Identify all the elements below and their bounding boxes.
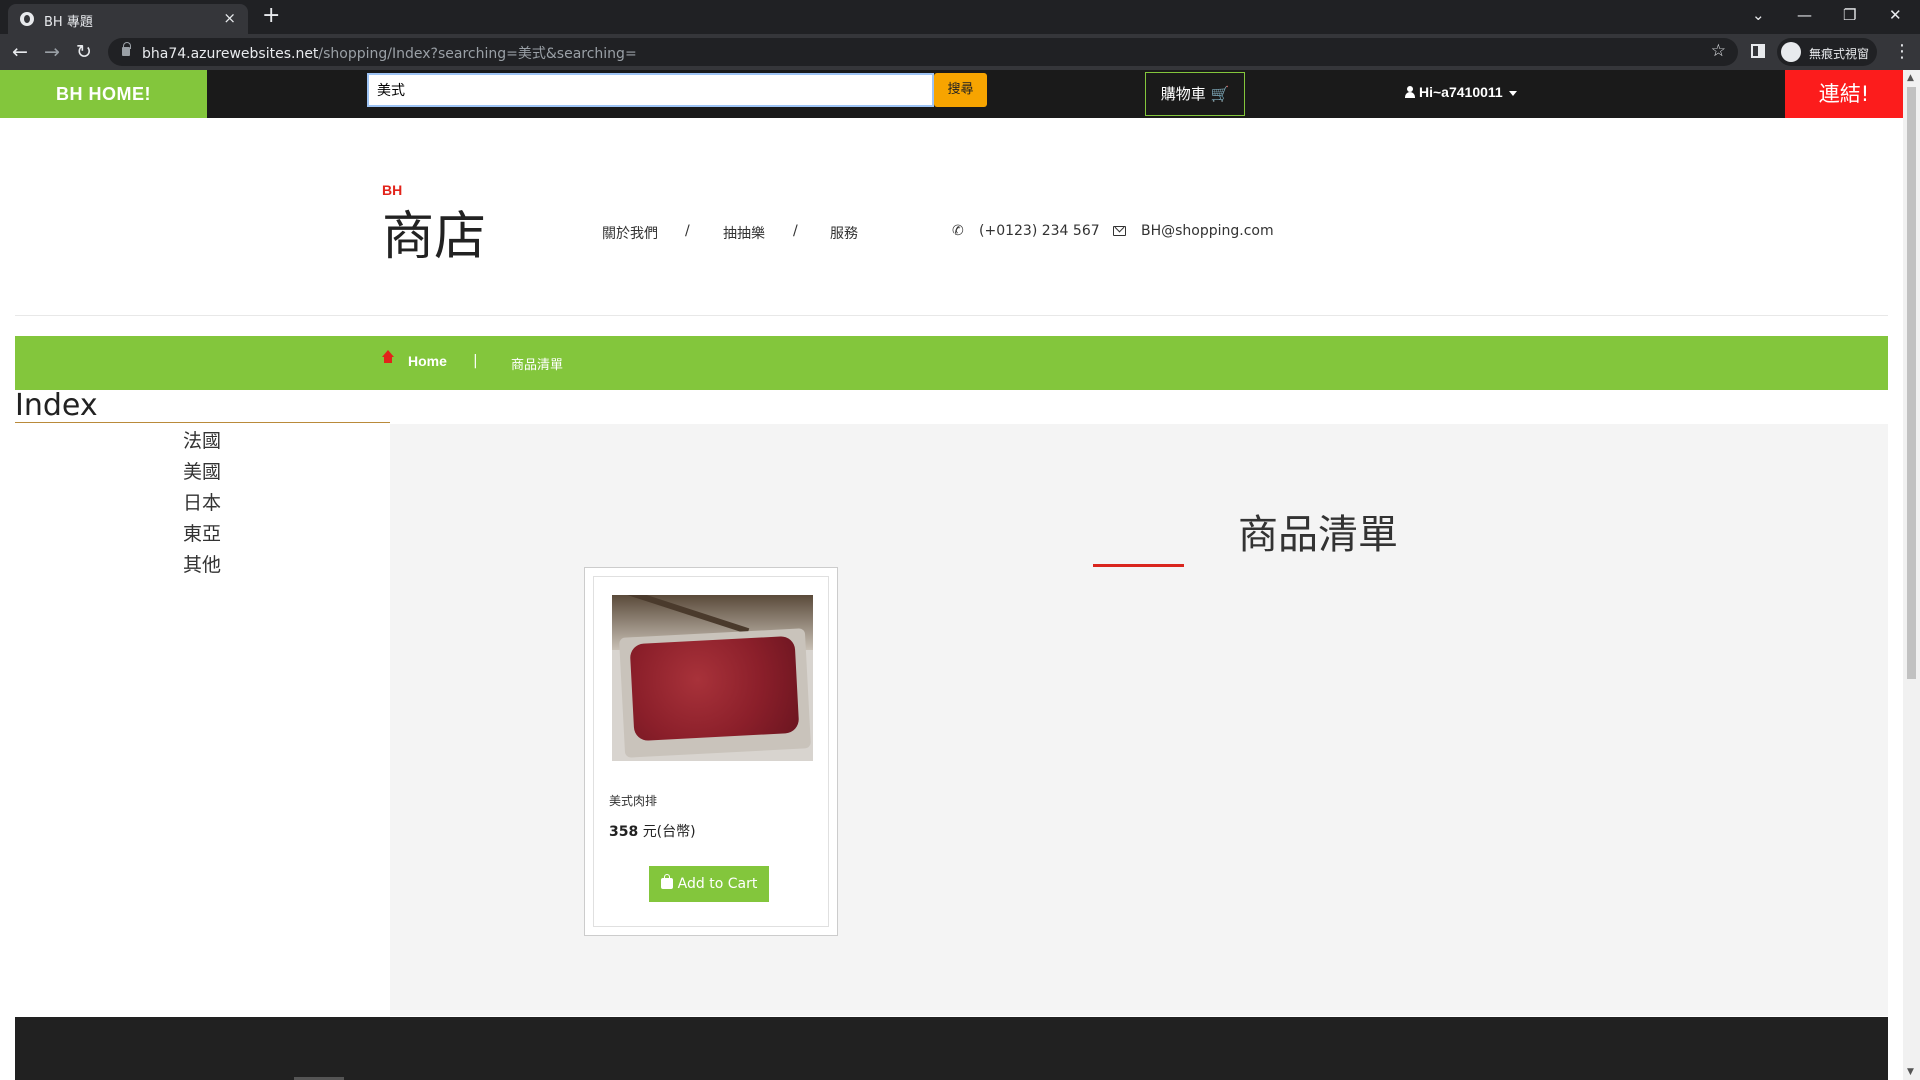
category-item-east-asia[interactable]: 東亞 [183, 519, 221, 550]
bookmark-star-icon[interactable]: ☆ [1711, 41, 1726, 61]
add-to-cart-button[interactable]: Add to Cart [649, 866, 769, 902]
product-card: 美式肉排 358 元(台幣) Add to Cart [584, 567, 838, 936]
user-menu[interactable]: Hi~a7410011 [1405, 84, 1517, 100]
tab-search-icon[interactable]: ⌄ [1752, 6, 1765, 24]
product-list-panel: 商品清單 美式肉排 358 元(台幣) Add to Cart [390, 424, 1888, 1016]
product-card-inner: 美式肉排 358 元(台幣) Add to Cart [593, 576, 829, 927]
url-text: bha74.azurewebsites.net/shopping/Index?s… [142, 46, 637, 62]
link-button[interactable]: 連結! [1785, 70, 1903, 118]
new-tab-icon[interactable]: + [262, 3, 280, 28]
scroll-up-icon[interactable]: ▲ [1907, 73, 1914, 83]
browser-toolbar: ← → ↻ bha74.azurewebsites.net/shopping/I… [0, 34, 1920, 70]
restore-icon[interactable]: ❐ [1843, 6, 1856, 24]
reload-icon[interactable]: ↻ [76, 41, 92, 63]
user-label: Hi~a7410011 [1419, 84, 1503, 100]
close-window-icon[interactable]: ✕ [1889, 6, 1902, 24]
header-divider [15, 315, 1888, 316]
nav-separator: / [685, 223, 690, 239]
home-button[interactable]: BH HOME! [0, 70, 207, 118]
breadcrumb-separator: | [473, 353, 478, 369]
breadcrumb: Home | 商品清單 [15, 336, 1888, 390]
forward-icon[interactable]: → [44, 41, 60, 63]
nav-separator: / [793, 223, 798, 239]
sidebar-divider [15, 422, 390, 423]
category-item-france[interactable]: 法國 [183, 426, 221, 457]
tab-close-icon[interactable]: × [223, 9, 236, 27]
incognito-label: 無痕式視窗 [1809, 47, 1870, 61]
incognito-badge[interactable]: 無痕式視窗 [1777, 38, 1877, 66]
globe-icon [20, 12, 34, 26]
scrollbar-thumb[interactable] [1907, 87, 1916, 679]
site-top-nav: BH HOME! 搜尋 購物車 🛒 Hi~a7410011 連結! [0, 70, 1903, 118]
breadcrumb-current: 商品清單 [511, 358, 564, 373]
product-image[interactable] [612, 595, 813, 761]
nav-about[interactable]: 關於我們 [602, 223, 658, 243]
page-viewport: BH HOME! 搜尋 購物車 🛒 Hi~a7410011 連結! BH 商店 … [0, 70, 1920, 1080]
nav-services[interactable]: 服務 [830, 223, 858, 243]
category-item-other[interactable]: 其他 [183, 550, 221, 581]
browser-tab-bar: BH 專題 × + ⌄ — ❐ ✕ [0, 0, 1920, 34]
search-input[interactable] [367, 73, 934, 107]
product-price: 358 元(台幣) [609, 824, 696, 840]
page-title: 商品清單 [1238, 512, 1398, 558]
nav-lottery[interactable]: 抽抽樂 [723, 223, 765, 243]
title-underline [1093, 564, 1184, 567]
category-list: 法國 美國 日本 東亞 其他 [183, 426, 221, 581]
logo-shop[interactable]: 商店 [382, 194, 486, 269]
page-scrollbar[interactable]: ▲ ▼ [1903, 70, 1920, 1080]
breadcrumb-home[interactable]: Home [408, 353, 447, 369]
envelope-icon [1113, 226, 1126, 236]
phone-icon: ✆ [952, 223, 964, 239]
category-item-usa[interactable]: 美國 [183, 457, 221, 488]
search-button[interactable]: 搜尋 [934, 73, 987, 107]
shopping-bag-icon [660, 874, 673, 889]
sidebar-title: Index [15, 388, 98, 423]
minimize-icon[interactable]: — [1797, 6, 1812, 24]
category-item-japan[interactable]: 日本 [183, 488, 221, 519]
home-icon [382, 350, 394, 366]
back-icon[interactable]: ← [12, 41, 28, 63]
lock-icon [122, 42, 131, 56]
email-address[interactable]: BH@shopping.com [1141, 223, 1274, 239]
incognito-icon [1781, 42, 1801, 62]
user-icon [1405, 86, 1415, 98]
phone-number: (+0123) 234 567 [979, 223, 1100, 239]
cart-button[interactable]: 購物車 🛒 [1145, 72, 1245, 116]
side-panel-icon[interactable] [1751, 44, 1765, 58]
browser-menu-icon[interactable]: ⋮ [1893, 41, 1911, 62]
tab-title: BH 專題 [44, 15, 93, 30]
scroll-down-icon[interactable]: ▼ [1907, 1067, 1914, 1077]
footer [15, 1017, 1888, 1080]
browser-tab[interactable]: BH 專題 × [8, 4, 248, 34]
caret-down-icon [1508, 90, 1517, 96]
product-name: 美式肉排 [609, 794, 658, 808]
address-bar[interactable]: bha74.azurewebsites.net/shopping/Index?s… [108, 38, 1738, 66]
